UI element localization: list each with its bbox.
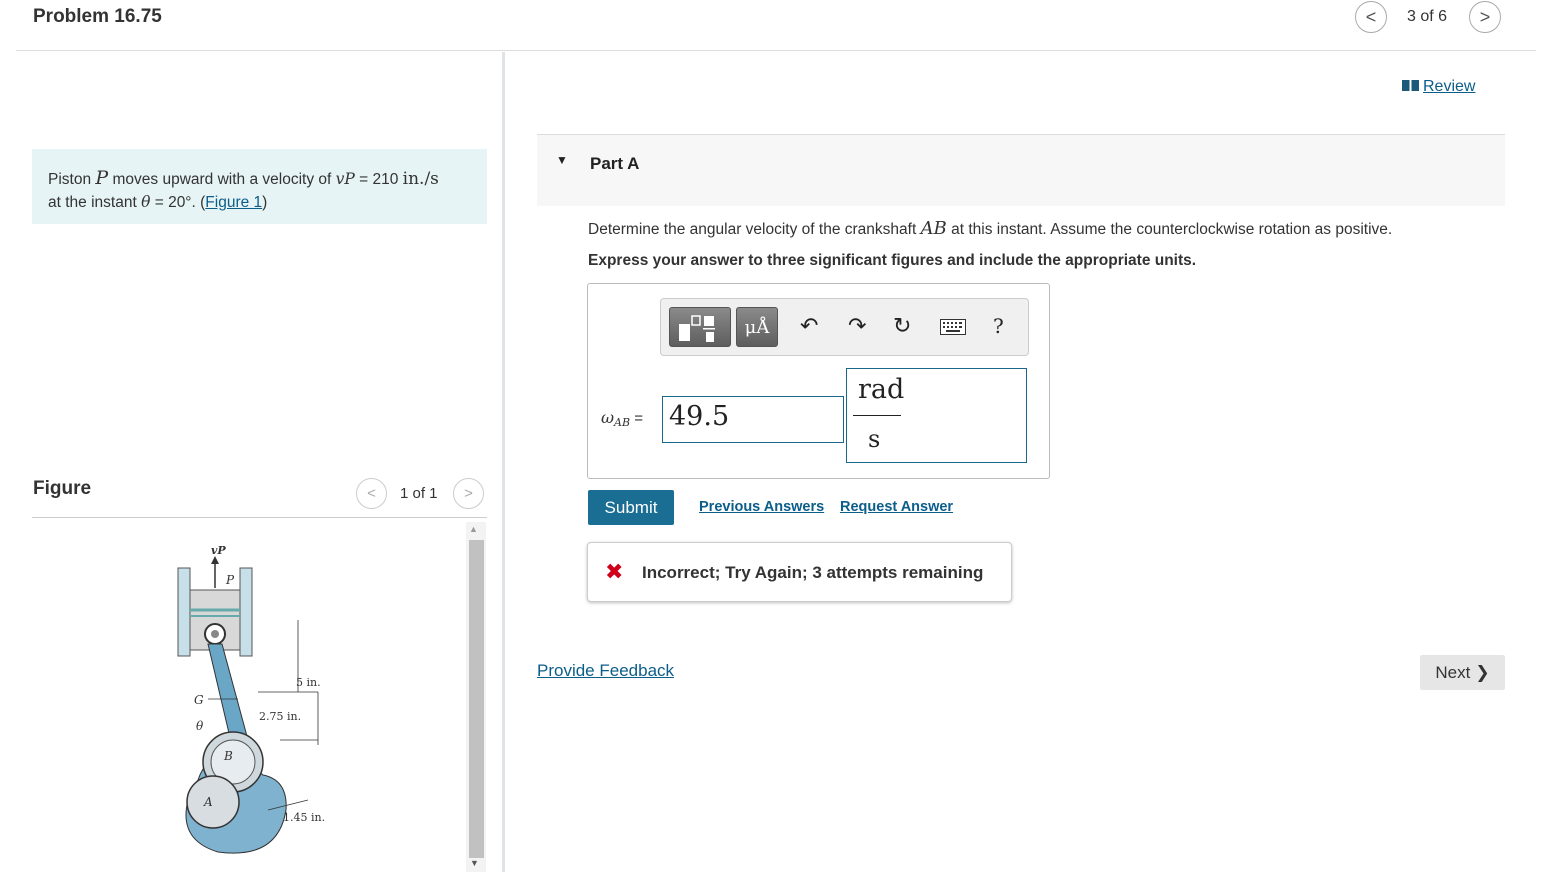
- cylinder-wall-left: [177, 567, 191, 657]
- collapse-caret-icon[interactable]: ▼: [556, 153, 568, 167]
- feedback-message: Incorrect; Try Again; 3 attempts remaini…: [642, 563, 984, 582]
- problem-var-vp: vP: [335, 170, 355, 188]
- problem-var-p: P: [95, 167, 109, 189]
- chevron-right-icon: >: [1479, 6, 1491, 27]
- problem-unit: in./s: [402, 169, 439, 189]
- problem-var-theta: θ: [141, 193, 151, 211]
- chevron-left-icon: <: [1365, 6, 1377, 27]
- previous-problem-button[interactable]: <: [1355, 1, 1387, 33]
- question-text-part: at this instant. Assume the counterclock…: [946, 221, 1393, 238]
- figure-heading: Figure: [33, 478, 92, 499]
- unit-numerator: rad: [858, 374, 905, 405]
- crankshaft-a: [186, 775, 240, 829]
- chevron-right-icon: ❯: [1475, 662, 1490, 682]
- omega-symbol: ω: [601, 408, 615, 427]
- problem-text: at the instant: [48, 194, 142, 211]
- redo-icon[interactable]: ↷: [848, 313, 866, 339]
- problem-text: ): [262, 194, 268, 211]
- figure-next-button[interactable]: >: [453, 478, 484, 509]
- omega-subscript: AB: [614, 416, 631, 429]
- wrist-pin-center: [211, 630, 219, 638]
- connecting-rod: [207, 643, 249, 747]
- units-button[interactable]: μÅ: [736, 307, 778, 347]
- next-button[interactable]: Next ❯: [1420, 655, 1505, 690]
- provide-feedback-link[interactable]: Provide Feedback: [537, 661, 674, 681]
- figure-divider: [32, 517, 487, 518]
- figure-pager: 1 of 1: [400, 485, 438, 502]
- figure-dimension-5in: 5 in.: [296, 676, 321, 689]
- figure-label-theta: θ: [196, 719, 204, 733]
- problem-statement: Piston P moves upward with a velocity of…: [32, 149, 487, 224]
- piston-crankshaft-figure: vP P B A G θ 5 in. 2.75 in. 1.45 in.: [177, 544, 325, 854]
- review-label: Review: [1423, 78, 1476, 95]
- question-text-part: Determine the angular velocity of the cr…: [588, 221, 921, 238]
- keyboard-icon[interactable]: [940, 319, 966, 340]
- velocity-arrow-head: [211, 556, 219, 564]
- request-answer-link[interactable]: Request Answer: [840, 499, 953, 515]
- book-icon: [1402, 80, 1419, 91]
- incorrect-x-icon: ✖: [605, 559, 624, 584]
- unit-denominator: s: [868, 425, 881, 453]
- figure-label-vp: vP: [211, 544, 226, 557]
- previous-answers-link[interactable]: Previous Answers: [699, 499, 824, 515]
- instruction-text: Express your answer to three significant…: [588, 252, 1197, 269]
- template-icon: [679, 315, 715, 342]
- answer-variable-label: ωAB =: [601, 408, 643, 429]
- equals-sign: =: [630, 410, 644, 427]
- reset-icon[interactable]: ↻: [893, 313, 911, 339]
- scroll-up-icon[interactable]: ▲: [469, 524, 478, 534]
- question-text: Determine the angular velocity of the cr…: [588, 218, 1392, 239]
- problem-text: = 20°. (: [150, 194, 206, 211]
- fraction-bar: [853, 415, 901, 416]
- help-icon[interactable]: ?: [993, 314, 1004, 338]
- problem-text: Piston: [48, 171, 96, 188]
- next-label: Next: [1435, 662, 1471, 682]
- figure-link[interactable]: Figure 1: [205, 194, 262, 211]
- part-label[interactable]: Part A: [590, 154, 639, 174]
- part-header[interactable]: [537, 135, 1505, 206]
- figure-label-g: G: [194, 693, 204, 707]
- problem-text: moves upward with a velocity of: [108, 171, 336, 188]
- problem-text: = 210: [354, 171, 403, 188]
- templates-button[interactable]: [669, 307, 731, 347]
- undo-icon[interactable]: ↶: [800, 313, 818, 339]
- figure-scrollbar-thumb[interactable]: [469, 540, 484, 858]
- problem-title: Problem 16.75: [33, 6, 162, 27]
- next-problem-button[interactable]: >: [1469, 1, 1501, 33]
- figure-previous-button[interactable]: <: [356, 478, 387, 509]
- figure-label-p: P: [225, 573, 235, 587]
- figure-label-b: B: [223, 749, 233, 763]
- header-divider: [16, 50, 1536, 51]
- answer-value-input[interactable]: 49.5: [662, 396, 844, 443]
- chevron-left-icon: <: [367, 485, 376, 502]
- review-link[interactable]: Review: [1402, 78, 1475, 96]
- figure-label-a: A: [203, 795, 213, 809]
- submit-button[interactable]: Submit: [588, 490, 674, 525]
- panel-divider[interactable]: [502, 52, 505, 872]
- problem-pager: 3 of 6: [1407, 8, 1448, 25]
- figure-dimension-275in: 2.75 in.: [259, 710, 301, 723]
- question-var-ab: AB: [920, 218, 947, 239]
- chevron-right-icon: >: [464, 485, 473, 502]
- figure-dimension-145in: 1.45 in.: [283, 811, 325, 824]
- cylinder-wall-right: [239, 567, 253, 657]
- scroll-down-icon[interactable]: ▼: [470, 858, 479, 868]
